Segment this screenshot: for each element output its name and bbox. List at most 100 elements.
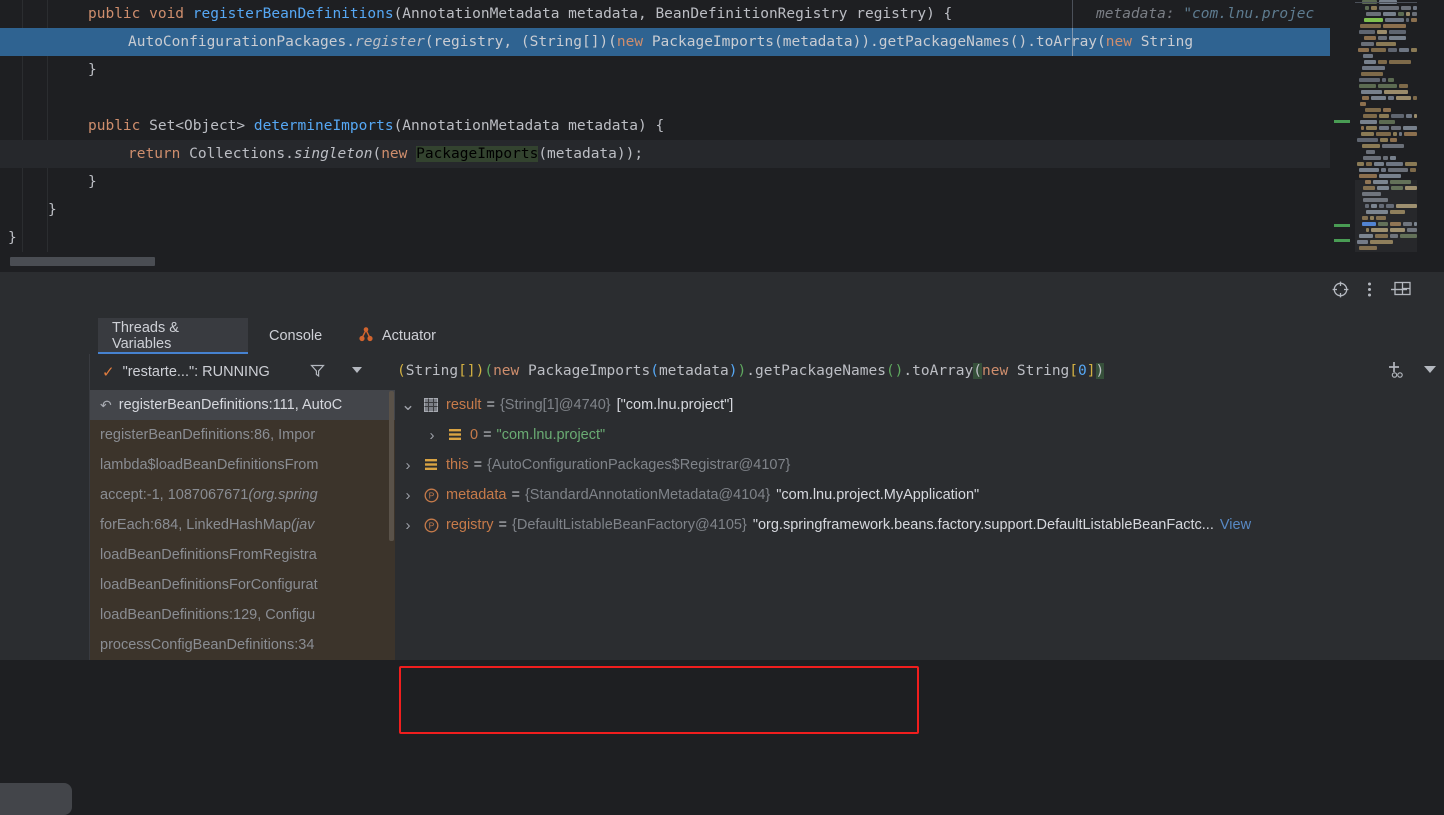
chevron-right-icon[interactable]: › (395, 487, 421, 504)
minimap-viewport[interactable] (1355, 180, 1417, 252)
add-watch-icon[interactable] (1386, 360, 1406, 379)
minimap-token (1364, 60, 1376, 64)
editor-change-marker (1334, 239, 1350, 242)
frame-item[interactable]: loadBeanDefinitions:129, Configu (90, 600, 395, 630)
minimap-token (1363, 54, 1373, 58)
expression-token: ( (885, 363, 895, 379)
chevron-right-icon[interactable]: › (395, 457, 421, 474)
chevron-down-icon[interactable] (352, 367, 362, 373)
minimap-token (1359, 30, 1375, 34)
frame-label: accept:-1, 1087067671 (100, 487, 249, 503)
frame-item[interactable]: forEach:684, LinkedHashMap (jav (90, 510, 395, 540)
minimap-token (1398, 132, 1403, 136)
view-link[interactable]: View (1220, 517, 1251, 533)
frame-item[interactable]: registerBeanDefinitions:86, Impor (90, 420, 395, 450)
frame-label: processConfigBeanDefinitions:34 (100, 637, 315, 653)
tab-label: Console (269, 328, 323, 344)
variable-name: registry (446, 517, 494, 533)
minimap-token (1390, 156, 1396, 160)
code-token: (AnnotationMetadata metadata) { (393, 118, 665, 134)
check-icon: ✓ (102, 364, 115, 381)
variable-row[interactable]: › Pregistry = {DefaultListableBeanFactory@4… (395, 510, 1444, 540)
code-line[interactable]: public Set<Object> determineImports(Anno… (0, 112, 1352, 140)
frame-item[interactable]: loadBeanDefinitionsForConfigurat (90, 570, 395, 600)
variable-row[interactable]: › Pmetadata = {StandardAnnotationMetadata@4… (395, 480, 1444, 510)
frame-item[interactable]: lambda$loadBeanDefinitionsFrom (90, 450, 395, 480)
more-vertical-icon[interactable] (1367, 281, 1372, 298)
minimap-token (1381, 168, 1386, 172)
editor-horizontal-scrollbar-track[interactable] (0, 252, 1330, 272)
intellij-debugger-window: public void registerBeanDefinitions(Anno… (0, 0, 1444, 815)
chevron-down-icon[interactable]: ⌄ (395, 396, 421, 413)
minimap-token (1411, 18, 1417, 22)
code-line[interactable]: } (0, 168, 1352, 196)
minimap-token (1384, 18, 1404, 22)
code-line[interactable]: } (0, 196, 1352, 224)
frames-scrollbar-thumb[interactable] (389, 391, 394, 541)
variable-name: metadata (446, 487, 507, 503)
variable-value: "com.lnu.project" (496, 427, 606, 443)
expression-token: metadata (658, 363, 729, 379)
code-line[interactable]: public void registerBeanDefinitions(Anno… (0, 0, 1352, 28)
editor-horizontal-scrollbar-thumb[interactable] (10, 257, 155, 266)
code-line[interactable]: } (0, 224, 1352, 252)
chevron-down-icon[interactable] (1424, 365, 1436, 374)
code-token: } (48, 202, 57, 218)
variable-type: {StandardAnnotationMetadata@4104} (524, 487, 771, 503)
code-line[interactable]: } (0, 56, 1352, 84)
minimap-token (1378, 36, 1387, 40)
chevron-right-icon[interactable]: › (395, 517, 421, 534)
filter-icon[interactable] (310, 363, 325, 378)
minimap-token (1371, 6, 1378, 10)
minimap-token (1405, 12, 1410, 16)
expression-text[interactable]: (String[])(new PackageImports(metadata))… (395, 363, 1105, 379)
floating-popup[interactable] (0, 783, 72, 815)
expression-token: ) (737, 363, 747, 379)
variable-row[interactable]: › this = {AutoConfigurationPackages$Registr… (395, 450, 1444, 480)
code-token: (metadata)); (538, 146, 644, 162)
frame-item[interactable]: accept:-1, 1087067671 (org.spring (90, 480, 395, 510)
debug-tab-bar[interactable]: Threads & Variables Console Actuator (0, 318, 1444, 354)
variables-tree[interactable]: ⌄ result = {String[1]@4740} ["com.lnu.projec… (395, 390, 1444, 660)
call-stack-frames-list[interactable]: ↶ registerBeanDefinitions:111, AutoC regis… (90, 390, 395, 660)
chevron-right-icon[interactable]: › (419, 427, 445, 444)
frame-item[interactable]: loadBeanDefinitionsFromRegistra (90, 540, 395, 570)
code-line[interactable]: return Collections.singleton(new Package… (0, 140, 1352, 168)
minimap-token (1399, 84, 1408, 88)
tab-actuator[interactable]: Actuator (345, 318, 449, 354)
evaluate-expression-bar[interactable]: (String[])(new PackageImports(metadata))… (395, 354, 1444, 388)
target-crosshair-icon[interactable] (1332, 281, 1349, 298)
minimap-line (1355, 36, 1417, 40)
editor-code-area[interactable]: public void registerBeanDefinitions(Anno… (0, 0, 1352, 252)
code-token: AutoConfigurationPackages. (128, 34, 355, 50)
frame-item-active[interactable]: ↶ registerBeanDefinitions:111, AutoC (90, 390, 395, 420)
minimap-line (1355, 30, 1417, 34)
minimap-token (1362, 96, 1370, 100)
minimap-token (1411, 48, 1417, 52)
frame-item[interactable]: processConfigBeanDefinitions:34 (90, 630, 395, 660)
code-token: } (88, 62, 97, 78)
layout-split-icon[interactable] (1394, 280, 1411, 297)
editor-marker-gutter[interactable] (1330, 0, 1354, 252)
debug-toolbar (0, 272, 1444, 319)
code-token: String (1140, 34, 1194, 50)
minimap-token (1360, 102, 1366, 106)
variable-row[interactable]: › 0 = "com.lnu.project" (395, 420, 1444, 450)
code-token: PackageImports(metadata)).getPackageName… (651, 34, 1106, 50)
minimap-line (1355, 174, 1417, 178)
minimap-token (1410, 168, 1416, 172)
variable-row[interactable]: ⌄ result = {String[1]@4740} ["com.lnu.projec… (395, 390, 1444, 420)
tab-threads-variables[interactable]: Threads & Variables (98, 318, 248, 354)
code-editor[interactable]: public void registerBeanDefinitions(Anno… (0, 0, 1444, 272)
code-token: public (88, 6, 150, 22)
array-grid-icon (421, 398, 441, 412)
code-line[interactable]: AutoConfigurationPackages.register(regis… (0, 28, 1352, 56)
minimap-token (1360, 120, 1377, 124)
code-line[interactable] (0, 84, 1352, 112)
thread-selector[interactable]: ✓ "restarte...": RUNNING (90, 354, 395, 390)
tab-console[interactable]: Console (255, 318, 337, 354)
minimap-token (1373, 162, 1384, 166)
minimap-line (1355, 132, 1417, 136)
minimap-token (1383, 12, 1396, 16)
expression-token: new (493, 363, 528, 379)
